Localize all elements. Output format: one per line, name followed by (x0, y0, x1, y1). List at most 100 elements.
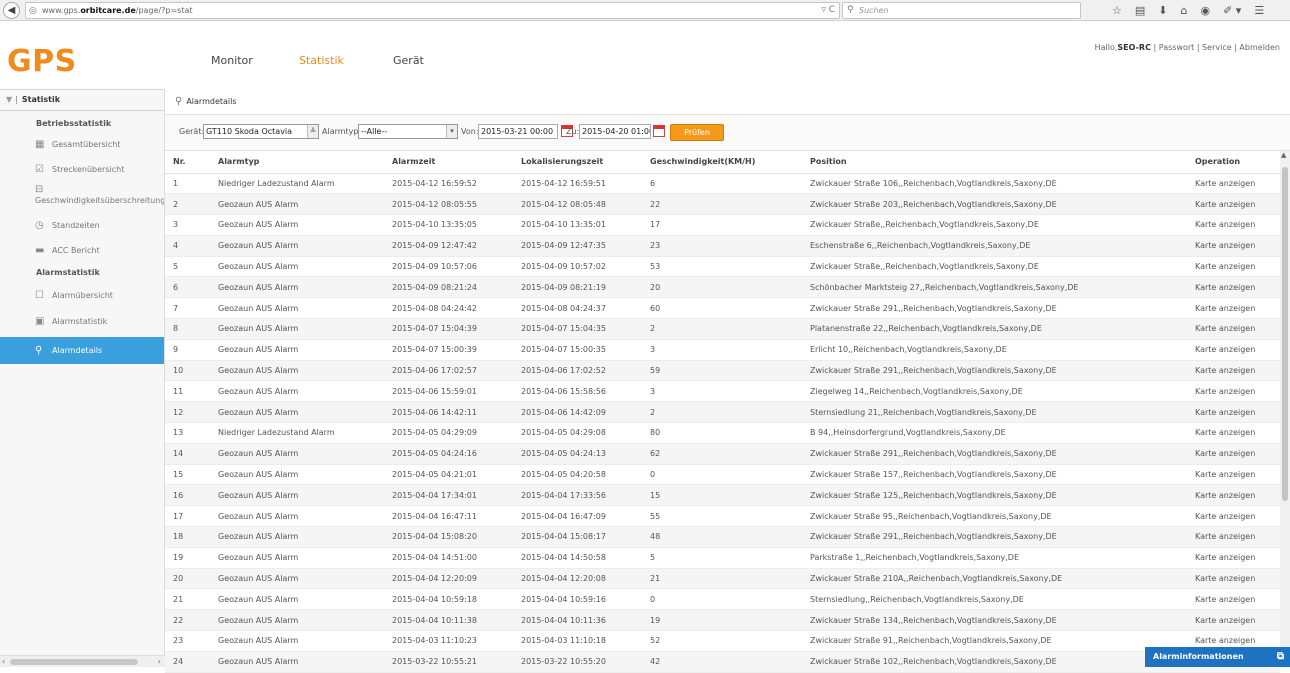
sidebar-item-acc-bericht[interactable]: ▬ACC Bericht (0, 240, 164, 261)
cell-nr: 5 (165, 256, 210, 277)
account-links[interactable]: | Passwort | Service | Abmelden (1154, 43, 1281, 52)
cell-alarmzeit: 2015-04-04 10:59:18 (384, 589, 513, 610)
cell-lokalisierungszeit: 2015-04-05 04:24:13 (513, 443, 642, 464)
menu-icon[interactable]: ☰ (1254, 3, 1264, 18)
cell-position: Zwickauer Straße 291,,Reichenbach,Vogtla… (802, 443, 1187, 464)
cell-position: Schönbacher Marktsteig 27,,Reichenbach,V… (802, 277, 1187, 298)
cell-geschwindigkeit: 55 (642, 506, 802, 527)
sidebar-item-alarmstatistik[interactable]: ▣Alarmstatistik (0, 311, 164, 332)
browser-search-input[interactable]: ⚲ Suchen (842, 2, 1081, 19)
sidebar-item-alarmdetails[interactable]: ⚲Alarmdetails (0, 337, 164, 364)
bookmark-star-icon[interactable]: ☆ (1112, 3, 1122, 18)
device-select[interactable]: GT110 Skoda Octavia≚ (203, 124, 319, 139)
scroll-thumb[interactable] (10, 659, 138, 665)
show-map-link[interactable]: Karte anzeigen (1187, 360, 1280, 381)
table-row: 5Geozaun AUS Alarm2015-04-09 10:57:06201… (165, 256, 1280, 277)
sidebar-header[interactable]: ▼ | Statistik (0, 89, 164, 111)
cell-alarmzeit: 2015-04-04 16:47:11 (384, 506, 513, 527)
sidebar-item-geschwindigkeit[interactable]: ⊟Geschwindigkeitsüberschreitung (0, 180, 164, 215)
popout-icon[interactable]: ⧉ (1277, 647, 1284, 667)
show-map-link[interactable]: Karte anzeigen (1187, 256, 1280, 277)
alarmtype-value: --Alle-- (361, 127, 387, 136)
col-lokalisierungszeit[interactable]: Lokalisierungszeit (513, 151, 642, 173)
table-row: 19Geozaun AUS Alarm2015-04-04 14:51:0020… (165, 547, 1280, 568)
scroll-thumb[interactable] (1282, 167, 1288, 501)
show-map-link[interactable]: Karte anzeigen (1187, 339, 1280, 360)
home-icon[interactable]: ⌂ (1181, 3, 1188, 18)
show-map-link[interactable]: Karte anzeigen (1187, 381, 1280, 402)
cell-alarmzeit: 2015-04-04 14:51:00 (384, 547, 513, 568)
nav-monitor[interactable]: Monitor (211, 54, 253, 68)
col-operation[interactable]: Operation (1187, 151, 1280, 173)
cell-geschwindigkeit: 23 (642, 235, 802, 256)
show-map-link[interactable]: Karte anzeigen (1187, 423, 1280, 444)
sidebar-item-standzeiten[interactable]: ◷Standzeiten (0, 215, 164, 236)
nav-geraet[interactable]: Gerät (393, 54, 424, 68)
show-map-link[interactable]: Karte anzeigen (1187, 215, 1280, 236)
sidebar-hscrollbar[interactable]: ‹ › (0, 655, 165, 667)
cell-alarmtyp: Geozaun AUS Alarm (210, 527, 384, 548)
scroll-up-icon[interactable]: ▲ (1281, 151, 1286, 159)
reload-icon[interactable]: ▿ C (821, 3, 835, 18)
cell-alarmtyp: Geozaun AUS Alarm (210, 631, 384, 652)
pruefen-button[interactable]: Prüfen (670, 124, 724, 141)
chat-icon[interactable]: ◉ (1200, 3, 1210, 18)
sidebar-title: Statistik (22, 95, 60, 104)
sidebar-item-alarmuebersicht[interactable]: ☐Alarmübersicht (0, 285, 164, 306)
show-map-link[interactable]: Karte anzeigen (1187, 527, 1280, 548)
cell-nr: 18 (165, 527, 210, 548)
cell-position: B 94,,Heinsdorfergrund,Vogtlandkreis,Sax… (802, 423, 1187, 444)
cell-lokalisierungszeit: 2015-04-04 12:20:08 (513, 568, 642, 589)
show-map-link[interactable]: Karte anzeigen (1187, 610, 1280, 631)
cell-nr: 12 (165, 402, 210, 423)
col-position[interactable]: Position (802, 151, 1187, 173)
extension-icon[interactable]: ✐ ▾ (1223, 3, 1241, 18)
cell-lokalisierungszeit: 2015-04-10 13:35:01 (513, 215, 642, 236)
collapse-icon[interactable]: ▼ | (6, 95, 18, 104)
col-alarmzeit[interactable]: Alarmzeit (384, 151, 513, 173)
alarmtype-select[interactable]: --Alle-- ▾ (358, 124, 458, 139)
from-date-input[interactable]: 2015-03-21 00:00 (478, 124, 558, 139)
show-map-link[interactable]: Karte anzeigen (1187, 277, 1280, 298)
scroll-right-icon[interactable]: › (158, 656, 161, 668)
cell-position: Platanenstraße 22,,Reichenbach,Vogtlandk… (802, 319, 1187, 340)
show-map-link[interactable]: Karte anzeigen (1187, 173, 1280, 194)
col-geschwindigkeit[interactable]: Geschwindigkeit(KM/H) (642, 151, 802, 173)
cell-position: Zwickauer Straße 125,,Reichenbach,Vogtla… (802, 485, 1187, 506)
scroll-left-icon[interactable]: ‹ (2, 656, 5, 668)
cell-alarmzeit: 2015-04-07 15:00:39 (384, 339, 513, 360)
cell-geschwindigkeit: 0 (642, 589, 802, 610)
table-vscrollbar[interactable]: ▲ (1280, 151, 1290, 667)
nav-statistik[interactable]: Statistik (299, 54, 344, 68)
chevron-down-icon[interactable]: ≚ (307, 125, 318, 138)
alarm-info-panel[interactable]: Alarminformationen⧉ (1145, 647, 1290, 667)
back-button[interactable]: ◀ (3, 2, 20, 19)
show-map-link[interactable]: Karte anzeigen (1187, 443, 1280, 464)
show-map-link[interactable]: Karte anzeigen (1187, 568, 1280, 589)
address-bar[interactable]: ◎ www.gps.orbitcare.de/page/?p=stat ▿ C (25, 2, 840, 19)
cell-nr: 14 (165, 443, 210, 464)
reading-list-icon[interactable]: ▤ (1135, 3, 1145, 18)
col-nr[interactable]: Nr. (165, 151, 210, 173)
to-date-input[interactable]: 2015-04-20 01:00 (579, 124, 651, 139)
cell-lokalisierungszeit: 2015-04-03 11:10:18 (513, 631, 642, 652)
chevron-down-icon[interactable]: ▾ (446, 125, 457, 138)
show-map-link[interactable]: Karte anzeigen (1187, 235, 1280, 256)
calendar-icon[interactable] (653, 125, 665, 137)
show-map-link[interactable]: Karte anzeigen (1187, 589, 1280, 610)
download-icon[interactable]: ⬇ (1158, 3, 1167, 18)
cell-position: Zwickauer Straße 203,,Reichenbach,Vogtla… (802, 194, 1187, 215)
show-map-link[interactable]: Karte anzeigen (1187, 319, 1280, 340)
sidebar-item-streckenuebersicht[interactable]: ☑Streckenübersicht (0, 159, 164, 180)
show-map-link[interactable]: Karte anzeigen (1187, 547, 1280, 568)
cell-geschwindigkeit: 3 (642, 381, 802, 402)
show-map-link[interactable]: Karte anzeigen (1187, 298, 1280, 319)
cell-alarmtyp: Geozaun AUS Alarm (210, 360, 384, 381)
show-map-link[interactable]: Karte anzeigen (1187, 464, 1280, 485)
show-map-link[interactable]: Karte anzeigen (1187, 194, 1280, 215)
sidebar-item-gesamtuebersicht[interactable]: ▦Gesamtübersicht (0, 134, 164, 155)
col-alarmtyp[interactable]: Alarmtyp (210, 151, 384, 173)
show-map-link[interactable]: Karte anzeigen (1187, 402, 1280, 423)
show-map-link[interactable]: Karte anzeigen (1187, 506, 1280, 527)
show-map-link[interactable]: Karte anzeigen (1187, 485, 1280, 506)
